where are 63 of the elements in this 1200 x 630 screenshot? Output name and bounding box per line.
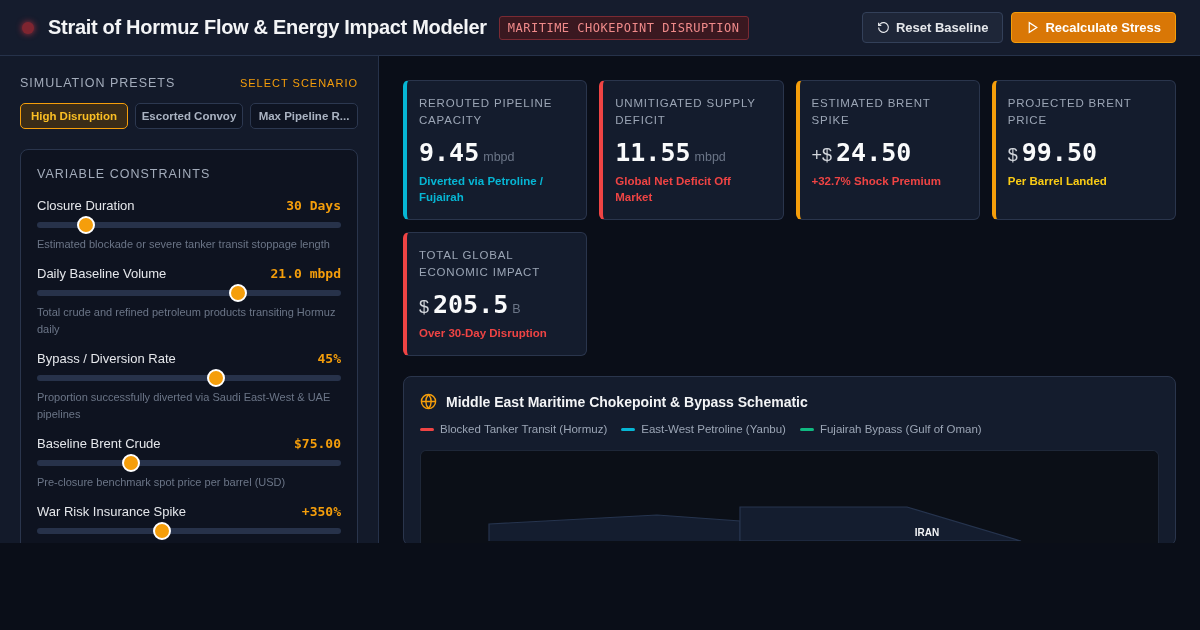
slider-label: Baseline Brent Crude <box>37 436 161 451</box>
section-title: VARIABLE CONSTRAINTS <box>37 167 212 181</box>
slider[interactable] <box>37 455 341 471</box>
map-label: IRAN <box>914 527 940 538</box>
slider-thumb[interactable] <box>122 454 141 472</box>
metric-prefix: +$ <box>811 145 833 166</box>
slider-value: 45% <box>317 351 341 366</box>
metric-title: PROJECTED BRENT PRICE <box>1007 96 1133 128</box>
preset-button[interactable]: Escorted Convoy <box>135 103 243 129</box>
metric-value: 24.50 <box>836 138 912 167</box>
metric-title: REROUTED PIPELINE CAPACITY <box>419 96 554 128</box>
reset-button[interactable]: Reset Baseline <box>861 12 1004 43</box>
status-dot <box>22 21 34 34</box>
slider-label: Bypass / Diversion Rate <box>37 351 176 366</box>
app-title: Strait of Hormuz Flow & Energy Impact Modeler <box>48 16 487 39</box>
slider-value: 30 Days <box>286 198 341 213</box>
metric-title: TOTAL GLOBAL ECONOMIC IMPACT <box>419 248 542 280</box>
slider[interactable] <box>37 523 341 539</box>
metric-unit: B <box>512 302 521 316</box>
slider-value: +350% <box>301 504 341 519</box>
select-scenario-link[interactable]: SELECT SCENARIO <box>239 77 358 89</box>
slider-label: Daily Baseline Volume <box>37 266 167 281</box>
legend-label: Fujairah Bypass (Gulf of Oman) <box>819 423 982 435</box>
metric-note: Per Barrel Landed <box>1007 174 1108 189</box>
metric-note: Global Net Deficit Off Market <box>615 174 732 205</box>
metric-value: 9.45 <box>419 138 480 167</box>
slider-thumb[interactable] <box>76 216 95 234</box>
slider[interactable] <box>37 217 341 233</box>
slider[interactable] <box>37 370 341 386</box>
slider[interactable] <box>37 285 341 301</box>
slider-label: War Risk Insurance Spike <box>37 504 187 519</box>
mode-badge: MARITIME CHOKEPOINT DISRUPTION <box>498 15 749 40</box>
slider-hint: Proportion successfully diverted via Saudi East-West & UAE pipelines <box>37 390 332 422</box>
metric-unit: mbpd <box>694 150 726 164</box>
metric-note: +32.7% Shock Premium <box>811 174 942 189</box>
reset-icon <box>876 21 890 34</box>
slider-hint: Estimated blockade or severe tanker transit stoppage length <box>37 237 331 252</box>
metric-value: 99.50 <box>1021 138 1098 167</box>
metric-value: 11.55 <box>615 138 691 167</box>
metric-title: UNMITIGATED SUPPLY DEFICIT <box>615 96 757 128</box>
legend-label: Blocked Tanker Transit (Hormuz) <box>440 423 608 435</box>
metric-prefix: $ <box>1007 145 1018 166</box>
slider-thumb[interactable] <box>207 369 226 387</box>
metric-value: 205.5 <box>433 290 509 319</box>
metric-note: Diverted via Petroline / Fujairah <box>419 174 544 205</box>
slider-value: 21.0 mbpd <box>270 266 341 281</box>
section-title: SIMULATION PRESETS <box>20 76 176 90</box>
slider-label: Closure Duration <box>37 198 135 213</box>
legend-label: East-West Petroline (Yanbu) <box>641 423 786 435</box>
slider-value: $75.00 <box>294 436 341 451</box>
globe-icon <box>420 393 437 410</box>
metric-unit: mbpd <box>483 150 515 164</box>
slider-thumb[interactable] <box>228 284 247 302</box>
metric-title: ESTIMATED BRENT SPIKE <box>811 96 932 128</box>
panel-title: Middle East Maritime Chokepoint & Bypass Schematic <box>446 393 808 410</box>
preset-button[interactable]: High Disruption <box>20 103 128 129</box>
metric-prefix: $ <box>419 297 429 318</box>
slider-hint: Pre-closure benchmark spot price per barrel (USD) <box>37 475 287 490</box>
metric-note: Over 30-Day Disruption <box>419 326 548 341</box>
slider-hint: Total crude and refined petroleum products transiting Hormuz daily <box>37 305 337 337</box>
play-icon <box>1026 21 1040 34</box>
preset-button[interactable]: Max Pipeline R... <box>250 103 358 129</box>
slider-thumb[interactable] <box>152 522 171 540</box>
